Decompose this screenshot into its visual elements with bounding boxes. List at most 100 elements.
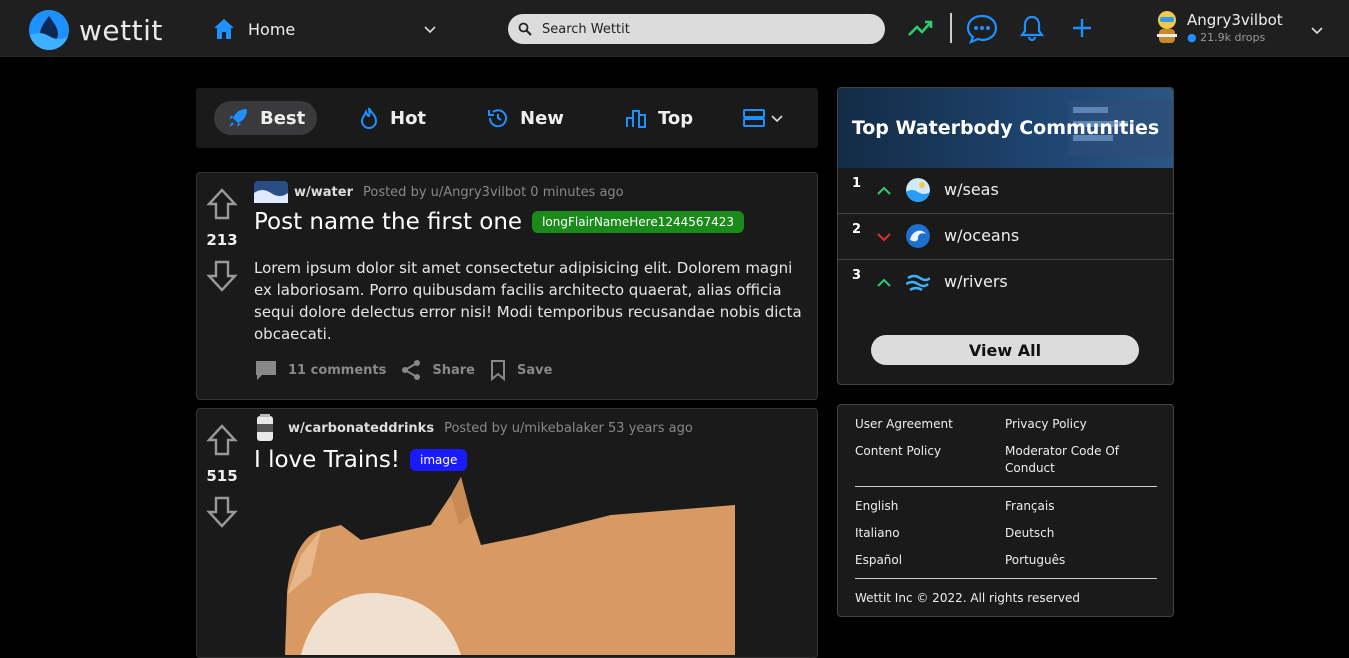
search-input[interactable] <box>542 21 862 37</box>
community-link[interactable]: w/carbonateddrinks <box>288 421 434 436</box>
rivers-icon <box>906 274 930 292</box>
trend-down-icon <box>877 233 891 242</box>
chevron-down-icon <box>424 26 436 34</box>
lang-english[interactable]: English <box>855 498 898 515</box>
sort-new-label: New <box>520 107 564 129</box>
podium-icon <box>626 110 646 128</box>
community-rank: 2 <box>852 222 862 237</box>
trending-icon[interactable] <box>906 14 934 42</box>
post-image-cat[interactable] <box>281 475 741 655</box>
moderator-code-link[interactable]: Moderator Code Of Conduct <box>1005 443 1135 477</box>
footer-links-box: User Agreement Privacy Policy Content Po… <box>837 404 1174 617</box>
copyright: Wettit Inc © 2022. All rights reserved <box>855 591 1081 605</box>
privacy-policy-link[interactable]: Privacy Policy <box>1005 416 1087 433</box>
save-label: Save <box>517 362 553 378</box>
post-meta: w/water Posted by u/Angry3vilbot 0 minut… <box>254 181 624 203</box>
bookmark-icon <box>491 360 505 381</box>
sort-bar: Best Hot New Top <box>196 88 818 148</box>
posted-by[interactable]: Posted by u/mikebalaker 53 years ago <box>444 421 693 436</box>
search-bar[interactable] <box>508 14 885 44</box>
user-menu[interactable]: Angry3vilbot ● 21.9k drops <box>1153 8 1283 46</box>
content-policy-link[interactable]: Content Policy <box>855 443 941 460</box>
user-name: Angry3vilbot <box>1187 10 1283 29</box>
post-card[interactable]: 213 w/water Posted by u/Angry3vilbot 0 m… <box>196 172 818 400</box>
layout-toggle[interactable] <box>742 101 784 135</box>
trend-up-icon <box>877 186 891 195</box>
comments-button[interactable]: 11 comments <box>254 358 386 382</box>
logo[interactable]: wettit <box>29 10 163 50</box>
sort-top[interactable]: Top <box>624 101 693 135</box>
upvote-arrow-icon[interactable] <box>206 423 238 457</box>
lang-espanol[interactable]: Español <box>855 552 902 569</box>
share-button[interactable]: Share <box>400 359 475 381</box>
trend-up-icon <box>877 278 891 287</box>
posted-by[interactable]: Posted by u/Angry3vilbot 0 minutes ago <box>363 185 624 200</box>
sort-top-label: Top <box>658 107 694 129</box>
post-meta: w/carbonateddrinks Posted by u/mikebalak… <box>254 413 693 443</box>
droplet-icon: ● <box>1187 30 1197 44</box>
top-communities-widget: Top Waterbody Communities 1 w/seas 2 w/o… <box>837 87 1174 385</box>
header-divider <box>950 13 952 43</box>
widget-banner: Top Waterbody Communities <box>838 88 1173 168</box>
community-row[interactable]: 3 w/rivers <box>838 260 1173 306</box>
upvote-arrow-icon[interactable] <box>206 187 238 221</box>
post-title[interactable]: I love Trains! <box>254 447 400 473</box>
chevron-down-icon <box>771 115 783 123</box>
community-row[interactable]: 2 w/oceans <box>838 214 1173 260</box>
share-label: Share <box>432 362 475 378</box>
avatar <box>1157 11 1177 43</box>
home-dropdown[interactable]: Home <box>212 14 438 44</box>
post-title[interactable]: Post name the first one <box>254 209 522 235</box>
sort-hot-label: Hot <box>390 107 427 129</box>
share-icon <box>402 360 421 380</box>
lang-francais[interactable]: Français <box>1005 498 1054 515</box>
home-icon <box>214 19 234 39</box>
rocket-icon <box>229 109 247 127</box>
vote-count: 515 <box>206 467 238 485</box>
sort-hot[interactable]: Hot <box>358 101 426 135</box>
community-avatar <box>254 181 288 203</box>
community-rank: 1 <box>852 176 862 191</box>
sort-best[interactable]: Best <box>214 101 318 135</box>
downvote-arrow-icon[interactable] <box>206 259 238 293</box>
community-link[interactable]: w/water <box>294 185 353 200</box>
user-chevron-down-icon[interactable] <box>1309 22 1325 38</box>
soda-can-icon <box>257 414 273 441</box>
home-label: Home <box>248 19 296 39</box>
downvote-arrow-icon[interactable] <box>206 495 238 529</box>
community-rank: 3 <box>852 268 862 283</box>
lang-italiano[interactable]: Italiano <box>855 525 900 542</box>
seas-icon <box>906 178 930 202</box>
post-title-row: Post name the first one longFlairNameHer… <box>254 209 745 235</box>
drops-count: 21.9k drops <box>1200 30 1266 44</box>
chat-icon[interactable] <box>966 14 998 44</box>
droplet-logo-icon <box>29 10 69 50</box>
comment-icon <box>256 361 276 380</box>
community-name: w/oceans <box>944 226 1020 245</box>
post-body: Lorem ipsum dolor sit amet consectetur a… <box>254 259 802 343</box>
top-header: wettit Home Angry3vilbot <box>0 0 1349 57</box>
user-drops: ● 21.9k drops <box>1187 31 1283 44</box>
post-flair[interactable]: image <box>410 449 468 471</box>
community-row[interactable]: 1 w/seas <box>838 168 1173 214</box>
oceans-icon <box>906 224 930 248</box>
save-button[interactable]: Save <box>489 359 552 381</box>
sort-best-label: Best <box>260 107 306 129</box>
flame-icon <box>360 107 378 129</box>
widget-title: Top Waterbody Communities <box>851 117 1160 139</box>
lang-deutsch[interactable]: Deutsch <box>1005 525 1054 542</box>
footer-divider <box>855 486 1157 487</box>
user-agreement-link[interactable]: User Agreement <box>855 416 953 433</box>
sort-new[interactable]: New <box>486 101 564 135</box>
plus-icon[interactable] <box>1071 14 1093 42</box>
bell-icon[interactable] <box>1019 14 1045 42</box>
card-layout-icon <box>743 109 765 127</box>
post-title-row: I love Trains! image <box>254 447 468 473</box>
logo-text: wettit <box>79 13 163 47</box>
vote-count: 213 <box>206 231 238 249</box>
post-card[interactable]: 515 w/carbonateddrinks Posted by u/mikeb… <box>196 408 818 658</box>
footer-divider <box>855 578 1157 579</box>
post-flair[interactable]: longFlairNameHere1244567423 <box>532 211 745 233</box>
lang-portugues[interactable]: Português <box>1005 552 1065 569</box>
view-all-button[interactable]: View All <box>871 335 1139 365</box>
